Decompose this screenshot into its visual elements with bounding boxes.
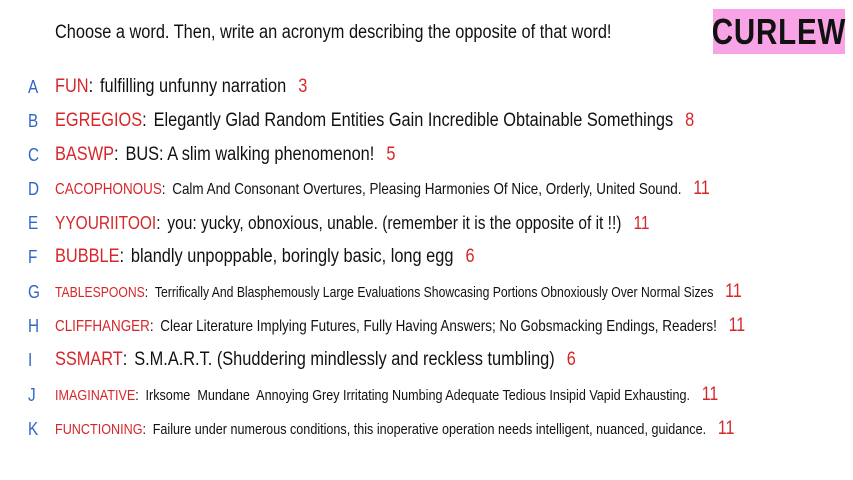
entry-score: 11 <box>728 315 746 336</box>
entry-definition: Clear Literature Implying Futures, Fully… <box>160 318 717 335</box>
entry-score: 3 <box>298 76 308 97</box>
entry-word: EGREGIOS <box>55 110 143 131</box>
entry-letter: A <box>28 76 39 97</box>
entry-word: BUBBLE <box>55 246 120 267</box>
entry-definition: blandly unpoppable, boringly basic, long… <box>130 246 454 267</box>
entry-definition: Calm And Consonant Overtures, Pleasing H… <box>172 181 682 198</box>
entry-word: FUNCTIONING <box>55 421 143 438</box>
entry-letter: D <box>28 178 40 199</box>
entry-letter: H <box>28 315 40 336</box>
entry-word: SSMART <box>55 349 123 370</box>
entry-definition: S.M.A.R.T. (Shuddering mindlessly and re… <box>134 349 555 370</box>
entry-letter: G <box>28 281 40 302</box>
entry-definition: fulfilling unfunny narration <box>100 76 287 97</box>
entry-score: 11 <box>725 281 742 302</box>
entry-word: FUN <box>55 76 89 97</box>
entry-definition: Failure under numerous conditions, this … <box>152 421 707 438</box>
entry-score: 11 <box>701 384 719 405</box>
entry-score: 11 <box>717 418 735 439</box>
entry-definition: BUS: A slim walking phenomenon! <box>125 144 375 165</box>
entry-word: CACOPHONOUS <box>55 181 162 198</box>
entry-letter: F <box>28 246 38 267</box>
entry-definition: Irksome Mundane Annoying Grey Irritating… <box>145 387 690 404</box>
entry-definition: Elegantly Glad Random Entities Gain Incr… <box>153 110 674 131</box>
entry-score: 6 <box>465 246 475 267</box>
entry-word: TABLESPOONS <box>55 285 145 301</box>
entry-letter: K <box>28 418 39 439</box>
entry-word: BASWP <box>55 144 115 165</box>
entry-word: IMAGINATIVE <box>55 387 136 404</box>
brand-label: CURLEW <box>711 10 847 52</box>
prompt-text: Choose a word. Then, write an acronym de… <box>55 22 612 43</box>
entry-letter: J <box>28 384 36 405</box>
entry-letter: E <box>28 212 39 233</box>
entry-score: 11 <box>633 212 650 233</box>
brand-badge: CURLEW <box>711 9 847 54</box>
entry-letter: I <box>28 349 33 370</box>
entry-score: 5 <box>386 144 396 165</box>
entry-score: 6 <box>566 349 576 370</box>
entry-word: YYOURIITOOI <box>55 212 157 233</box>
entry-definition: Terrifically And Blasphemously Large Eva… <box>154 285 714 301</box>
entry-letter: C <box>28 144 40 165</box>
entry-definition: you: yucky, obnoxious, unable. (remember… <box>167 212 622 233</box>
entry-word: CLIFFHANGER <box>55 318 150 335</box>
entry-score: 11 <box>693 178 710 199</box>
entry-score: 8 <box>685 110 695 131</box>
entry-letter: B <box>28 110 39 131</box>
